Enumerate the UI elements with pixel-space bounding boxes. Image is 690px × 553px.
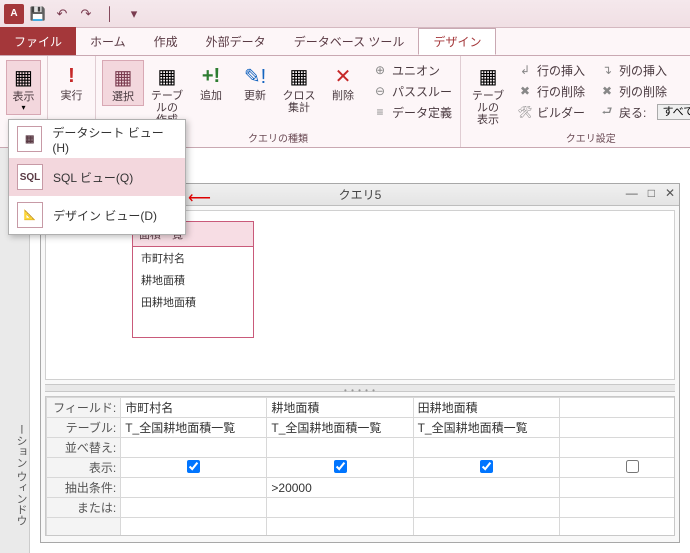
source-table-box[interactable]: 面積一覧 市町村名 耕地面積 田耕地面積 — [132, 221, 254, 338]
show-checkbox[interactable] — [334, 460, 347, 473]
redo-icon[interactable]: ↷ — [76, 4, 96, 24]
row-criteria: 抽出条件: >20000 — [47, 478, 676, 498]
return-button[interactable]: ⮐戻る: すべて — [597, 102, 690, 122]
tab-create[interactable]: 作成 — [140, 28, 192, 55]
quick-access-toolbar: A 💾 ↶ ↷ │ ▾ クエリ ツール 商品管理 — [0, 0, 690, 28]
design-grid-table: フィールド: 市町村名 耕地面積 田耕地面積 テーブル: T_全国耕地面積一覧 … — [46, 397, 675, 536]
exclaim-icon: ! — [68, 62, 75, 90]
show-checkbox[interactable] — [626, 460, 639, 473]
tab-external[interactable]: 外部データ — [192, 28, 280, 55]
delete-row-button[interactable]: ✖行の削除 — [515, 81, 587, 101]
crosstab-button[interactable]: ▦ クロス 集計 — [278, 60, 320, 116]
view-design[interactable]: 📐 デザイン ビュー(D) — [9, 196, 185, 234]
showtable-icon: ▦ — [479, 62, 498, 90]
show-checkbox[interactable] — [480, 460, 493, 473]
datadef-icon: ≡ — [372, 104, 388, 120]
table-icon: ▦ — [114, 63, 133, 91]
show-table-button[interactable]: ▦ テーブルの 表示 — [467, 60, 509, 128]
insert-row-button[interactable]: ↲行の挿入 — [515, 60, 587, 80]
ribbon-tabs: ファイル ホーム 作成 外部データ データベース ツール デザイン — [0, 28, 690, 56]
pencil-icon: ✎! — [244, 62, 266, 90]
return-icon: ⮐ — [599, 104, 615, 120]
datadef-button[interactable]: ≡データ定義 — [370, 102, 454, 122]
row-table: テーブル: T_全国耕地面積一覧 T_全国耕地面積一覧 T_全国耕地面積一覧 — [47, 418, 676, 438]
plus-icon: +! — [202, 62, 220, 90]
app-icon: A — [4, 4, 24, 24]
annotation-arrow: ⟵ — [188, 188, 211, 208]
close-button[interactable]: ✕ — [665, 186, 675, 200]
design-icon: 📐 — [17, 202, 43, 228]
minimize-button[interactable]: — — [626, 186, 638, 200]
tab-design[interactable]: デザイン — [418, 28, 496, 55]
view-button[interactable]: ▦ 表示 ▾ — [6, 60, 41, 115]
row-sort: 並べ替え: — [47, 438, 676, 458]
maketable-icon: ▦ — [158, 62, 177, 90]
del-row-icon: ✖ — [517, 83, 533, 99]
query-grid[interactable]: フィールド: 市町村名 耕地面積 田耕地面積 テーブル: T_全国耕地面積一覧 … — [45, 396, 675, 536]
delete-x-icon: ✕ — [335, 62, 352, 90]
run-button[interactable]: ! 実行 — [54, 60, 89, 104]
show-checkbox[interactable] — [187, 460, 200, 473]
ins-col-icon: ↴ — [599, 62, 615, 78]
union-button[interactable]: ⊕ユニオン — [370, 60, 454, 80]
select-query-button[interactable]: ▦ 選択 — [102, 60, 144, 106]
ins-row-icon: ↲ — [517, 62, 533, 78]
insert-col-button[interactable]: ↴列の挿入 — [597, 60, 690, 80]
tab-home[interactable]: ホーム — [76, 28, 140, 55]
view-dropdown-menu: ▦ データシート ビュー(H) SQL SQL ビュー(Q) 📐 デザイン ビュ… — [8, 119, 186, 235]
maketable-button[interactable]: ▦ テーブルの 作成 — [146, 60, 188, 128]
update-button[interactable]: ✎! 更新 — [234, 60, 276, 104]
datasheet-icon: ▦ — [17, 126, 42, 152]
tab-file[interactable]: ファイル — [0, 27, 76, 55]
window-title: クエリ5 — [339, 186, 382, 203]
passthru-icon: ⊖ — [372, 83, 388, 99]
view-datasheet[interactable]: ▦ データシート ビュー(H) — [9, 120, 185, 158]
splitter[interactable]: • • • • • — [45, 384, 675, 392]
union-icon: ⊕ — [372, 62, 388, 78]
delete-col-button[interactable]: ✖列の削除 — [597, 81, 690, 101]
row-show: 表示: — [47, 458, 676, 478]
source-field[interactable]: 耕地面積 — [133, 269, 253, 291]
relationship-pane[interactable]: 面積一覧 市町村名 耕地面積 田耕地面積 — [45, 210, 675, 380]
save-icon[interactable]: 💾 — [28, 4, 48, 24]
query-window: クエリ5 — □ ✕ 面積一覧 市町村名 耕地面積 田耕地面積 • • • • … — [40, 183, 680, 543]
qat-more-icon[interactable]: ▾ — [124, 4, 144, 24]
delete-query-button[interactable]: ✕ 削除 — [322, 60, 364, 104]
passthrough-button[interactable]: ⊖パススルー — [370, 81, 454, 101]
builder-icon: 🛠 — [517, 104, 533, 120]
builder-button[interactable]: 🛠ビルダー — [515, 102, 587, 122]
sql-icon: SQL — [17, 164, 43, 190]
view-sql[interactable]: SQL SQL ビュー(Q) — [9, 158, 185, 196]
maximize-button[interactable]: □ — [648, 186, 655, 200]
source-field[interactable]: 田耕地面積 — [133, 291, 253, 313]
append-button[interactable]: +! 追加 — [190, 60, 232, 104]
undo-icon[interactable]: ↶ — [52, 4, 72, 24]
del-col-icon: ✖ — [599, 83, 615, 99]
source-field[interactable]: 市町村名 — [133, 247, 253, 269]
separator-icon: │ — [100, 4, 120, 24]
chevron-down-icon: ▾ — [21, 103, 25, 112]
row-or: または: — [47, 498, 676, 518]
grid-icon: ▦ — [14, 63, 33, 91]
row-field: フィールド: 市町村名 耕地面積 田耕地面積 — [47, 398, 676, 418]
tab-dbtools[interactable]: データベース ツール — [280, 28, 419, 55]
crosstab-icon: ▦ — [290, 62, 309, 90]
return-select[interactable]: すべて — [657, 104, 690, 120]
group-label-querysetup: クエリ設定 — [467, 128, 690, 145]
